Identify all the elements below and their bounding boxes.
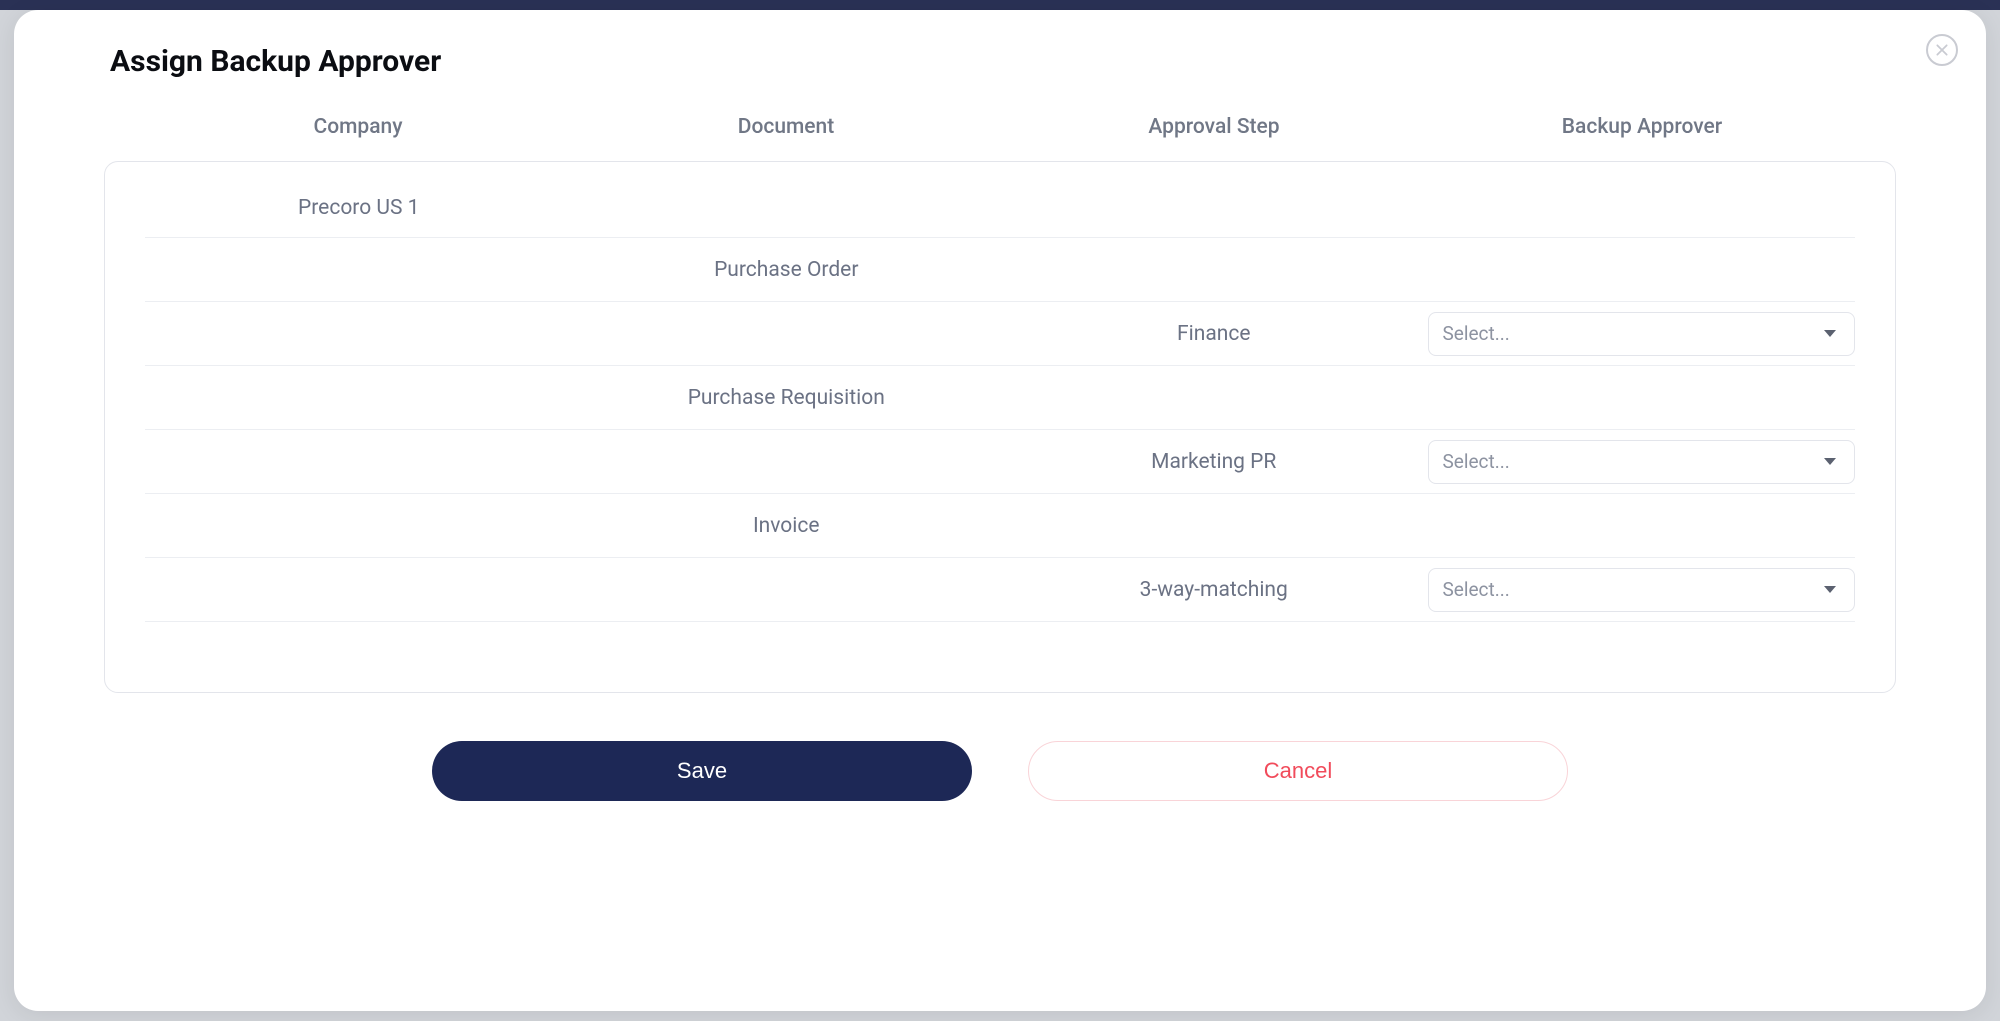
chevron-down-icon — [1824, 586, 1836, 593]
row-doc-purchase-requisition: Purchase Requisition — [145, 366, 1855, 430]
header-document: Document — [572, 115, 1000, 139]
header-approval-step: Approval Step — [1000, 115, 1428, 139]
backup-approver-select-marketing-pr[interactable]: Select... — [1428, 440, 1856, 484]
document-label: Invoice — [573, 514, 1001, 538]
approval-step-label: Marketing PR — [1000, 450, 1428, 474]
select-placeholder: Select... — [1443, 578, 1510, 601]
header-backup-approver: Backup Approver — [1428, 115, 1856, 139]
company-name: Precoro US 1 — [145, 196, 573, 220]
row-doc-invoice: Invoice — [145, 494, 1855, 558]
row-step-finance: Finance Select... — [145, 302, 1855, 366]
chevron-down-icon — [1824, 458, 1836, 465]
select-placeholder: Select... — [1443, 322, 1510, 345]
row-step-marketing-pr: Marketing PR Select... — [145, 430, 1855, 494]
header-company: Company — [144, 115, 572, 139]
approval-step-label: 3-way-matching — [1000, 578, 1428, 602]
backup-approver-select-3way[interactable]: Select... — [1428, 568, 1856, 612]
row-company: Precoro US 1 — [145, 178, 1855, 238]
chevron-down-icon — [1824, 330, 1836, 337]
assign-backup-approver-modal: Assign Backup Approver Company Document … — [14, 10, 1986, 1011]
column-headers: Company Document Approval Step Backup Ap… — [104, 115, 1896, 161]
modal-title: Assign Backup Approver — [110, 44, 1896, 79]
modal-footer: Save Cancel — [104, 741, 1896, 801]
close-button[interactable] — [1926, 34, 1958, 66]
row-step-3way: 3-way-matching Select... — [145, 558, 1855, 622]
close-icon — [1935, 43, 1949, 57]
select-placeholder: Select... — [1443, 450, 1510, 473]
approval-step-label: Finance — [1000, 322, 1428, 346]
assignments-panel: Precoro US 1 Purchase Order Finance Sele… — [104, 161, 1896, 693]
document-label: Purchase Order — [573, 258, 1001, 282]
backup-approver-select-finance[interactable]: Select... — [1428, 312, 1856, 356]
cancel-button[interactable]: Cancel — [1028, 741, 1568, 801]
row-doc-purchase-order: Purchase Order — [145, 238, 1855, 302]
save-button[interactable]: Save — [432, 741, 972, 801]
document-label: Purchase Requisition — [573, 386, 1001, 410]
